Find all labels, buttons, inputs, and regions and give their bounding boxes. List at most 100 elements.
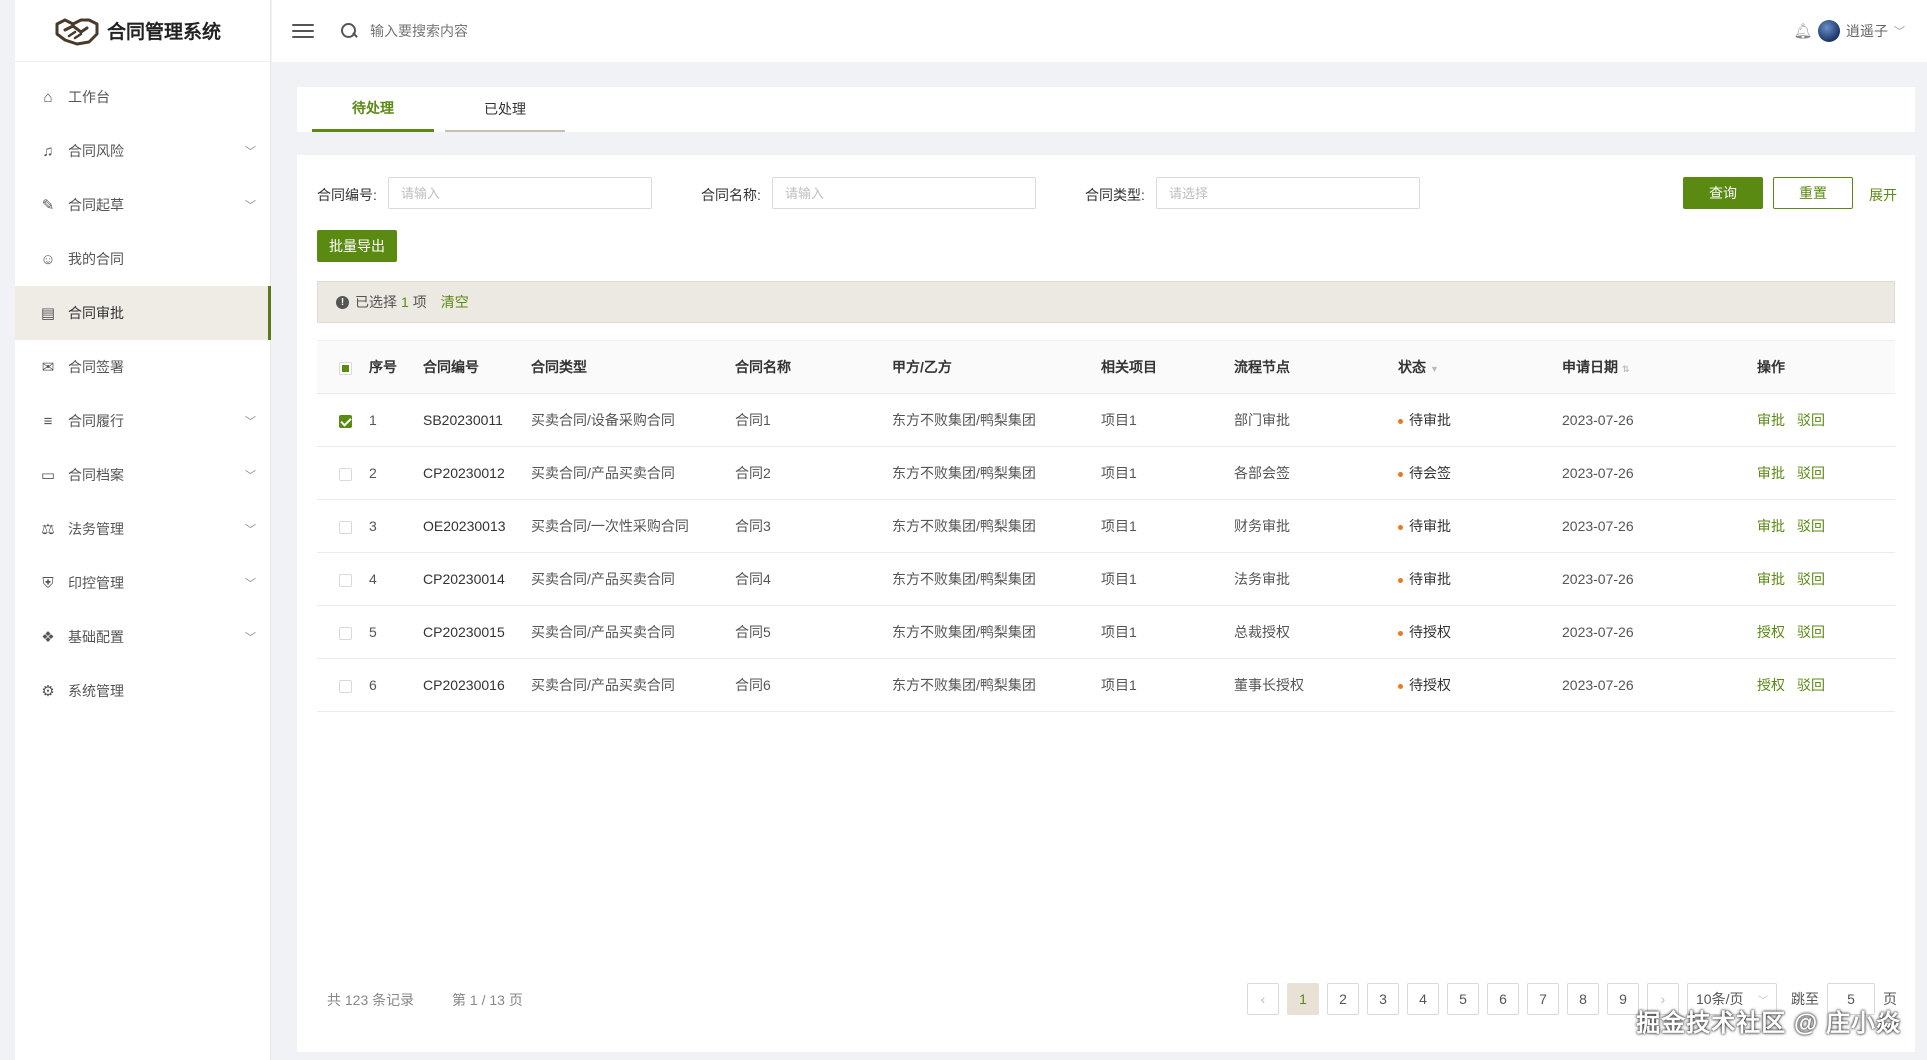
prev-page-button[interactable]: ‹ [1247, 983, 1279, 1015]
sidebar-item-label: 合同起草 [68, 197, 124, 213]
approve-link[interactable]: 审批 [1757, 465, 1785, 481]
row-checkbox[interactable] [339, 679, 352, 693]
row-checkbox[interactable] [339, 573, 352, 587]
row-checkbox[interactable] [339, 626, 352, 640]
gavel-icon: ⚖ [41, 521, 55, 538]
cell-status: 待审批 [1398, 393, 1562, 447]
reject-link[interactable]: 驳回 [1797, 677, 1825, 693]
search-icon[interactable] [340, 22, 358, 40]
sidebar-item-label: 工作台 [68, 89, 110, 105]
sidebar-item-9[interactable]: ⛨ 印控管理 ﹀ [15, 556, 270, 610]
row-checkbox[interactable] [339, 414, 352, 428]
menu-toggle-icon[interactable] [292, 20, 314, 42]
page-button[interactable]: 1 [1287, 983, 1319, 1015]
logo[interactable]: 合同管理系统 [15, 0, 270, 62]
edit-icon: ✎ [41, 197, 55, 214]
tab-pending[interactable]: 待处理 [312, 87, 434, 132]
chevron-down-icon: ﹀ [245, 524, 256, 536]
notification-bell-icon[interactable]: 🔔︎ [1793, 22, 1812, 40]
sidebar-item-0[interactable]: ⌂ 工作台 [15, 70, 270, 124]
filter-row: 合同编号: 合同名称: 合同类型: 查询 重置 [297, 177, 1915, 209]
cell-node: 各部会签 [1234, 446, 1398, 500]
avatar[interactable] [1818, 20, 1840, 42]
approve-link[interactable]: 授权 [1757, 624, 1785, 640]
page-button[interactable]: 9 [1607, 983, 1639, 1015]
gear-icon: ⚙ [41, 683, 55, 700]
reset-button[interactable]: 重置 [1773, 177, 1853, 209]
table-header-row: 序号 合同编号 合同类型 合同名称 甲方/乙方 相关项目 流程节点 状态 ▼ 申请… [317, 340, 1895, 394]
contract-no-input[interactable] [388, 177, 652, 209]
cell-parties: 东方不败集团/鸭梨集团 [892, 499, 1101, 553]
cell-project: 项目1 [1101, 658, 1234, 712]
chevron-down-icon[interactable]: ﹀ [1894, 23, 1905, 39]
approve-link[interactable]: 审批 [1757, 571, 1785, 587]
col-status-label: 状态 [1398, 359, 1426, 375]
approve-link[interactable]: 授权 [1757, 677, 1785, 693]
user-name[interactable]: 逍遥子 [1846, 21, 1888, 41]
sidebar-item-5[interactable]: ✉ 合同签署 [15, 340, 270, 394]
approve-link[interactable]: 审批 [1757, 518, 1785, 534]
sidebar: 合同管理系统 ⌂ 工作台 ♫ 合同风险 ﹀ ✎ 合同起草 ﹀ ☺ 我的合同 ▤ 合同审批 ✉ 合同签署 ≡ 合… [15, 0, 271, 1060]
query-button[interactable]: 查询 [1683, 177, 1763, 209]
col-contract-name: 合同名称 [735, 340, 892, 394]
reject-link[interactable]: 驳回 [1797, 518, 1825, 534]
expand-link[interactable]: 展开 [1869, 185, 1897, 205]
sidebar-menu: ⌂ 工作台 ♫ 合同风险 ﹀ ✎ 合同起草 ﹀ ☺ 我的合同 ▤ 合同审批 ✉ 合同签署 ≡ 合同履行 ﹀ ▭ 合同… [15, 62, 271, 718]
select-all-checkbox[interactable] [339, 361, 352, 375]
cubes-icon: ❖ [41, 629, 55, 646]
status-dot [1398, 471, 1403, 477]
sidebar-item-10[interactable]: ❖ 基础配置 ﹀ [15, 610, 270, 664]
contract-type-select[interactable] [1156, 177, 1420, 209]
cell-date: 2023-07-26 [1562, 446, 1757, 500]
cell-node: 部门审批 [1234, 393, 1398, 447]
sidebar-item-3[interactable]: ☺ 我的合同 [15, 232, 270, 286]
cell-contract-type: 买卖合同/产品买卖合同 [531, 552, 735, 606]
reject-link[interactable]: 驳回 [1797, 624, 1825, 640]
page-button[interactable]: 5 [1447, 983, 1479, 1015]
row-checkbox[interactable] [339, 467, 352, 481]
approve-link[interactable]: 审批 [1757, 412, 1785, 428]
cell-date: 2023-07-26 [1562, 658, 1757, 712]
sidebar-item-1[interactable]: ♫ 合同风险 ﹀ [15, 124, 270, 178]
reject-link[interactable]: 驳回 [1797, 412, 1825, 428]
page-button[interactable]: 8 [1567, 983, 1599, 1015]
sidebar-item-8[interactable]: ⚖ 法务管理 ﹀ [15, 502, 270, 556]
header-search-input[interactable] [370, 23, 670, 39]
cell-contract-no: OE20230013 [423, 499, 531, 553]
cell-status: 待授权 [1398, 658, 1562, 712]
clear-selection-link[interactable]: 清空 [441, 292, 469, 312]
page-button[interactable]: 6 [1487, 983, 1519, 1015]
sidebar-item-7[interactable]: ▭ 合同档案 ﹀ [15, 448, 270, 502]
sidebar-item-6[interactable]: ≡ 合同履行 ﹀ [15, 394, 270, 448]
watermark: 掘金技术社区 @ 庄小焱 [1636, 1010, 1901, 1037]
top-header: 🔔︎ 逍遥子 ﹀ [272, 0, 1927, 62]
cell-parties: 东方不败集团/鸭梨集团 [892, 605, 1101, 659]
chevron-down-icon: ﹀ [245, 578, 256, 590]
sidebar-item-label: 印控管理 [68, 575, 124, 591]
sidebar-item-label: 系统管理 [68, 683, 124, 699]
page-button[interactable]: 3 [1367, 983, 1399, 1015]
sidebar-item-11[interactable]: ⚙ 系统管理 [15, 664, 270, 718]
cell-node: 董事长授权 [1234, 658, 1398, 712]
col-date[interactable]: 申请日期 ⇅ [1562, 340, 1757, 394]
chevron-down-icon: ﹀ [245, 470, 256, 482]
tab-processed[interactable]: 已处理 [445, 87, 565, 132]
col-seq: 序号 [369, 340, 423, 394]
selection-alert: ! 已选择 1 项 清空 [317, 281, 1895, 323]
page-button[interactable]: 7 [1527, 983, 1559, 1015]
sidebar-item-4[interactable]: ▤ 合同审批 [15, 286, 271, 340]
sort-icon[interactable]: ⇅ [1622, 364, 1630, 374]
col-status[interactable]: 状态 ▼ [1398, 340, 1562, 394]
row-checkbox[interactable] [339, 520, 352, 534]
batch-export-button[interactable]: 批量导出 [317, 230, 397, 262]
page-button[interactable]: 2 [1327, 983, 1359, 1015]
main-content: 合同编号: 合同名称: 合同类型: 查询 重置 展开 批量导出 ! 已选择 1 … [297, 155, 1915, 1052]
cell-contract-no: CP20230016 [423, 658, 531, 712]
reject-link[interactable]: 驳回 [1797, 465, 1825, 481]
sidebar-item-2[interactable]: ✎ 合同起草 ﹀ [15, 178, 270, 232]
filter-icon[interactable]: ▼ [1430, 364, 1439, 374]
page-button[interactable]: 4 [1407, 983, 1439, 1015]
reject-link[interactable]: 驳回 [1797, 571, 1825, 587]
sidebar-item-label: 合同签署 [68, 359, 124, 375]
contract-name-input[interactable] [772, 177, 1036, 209]
